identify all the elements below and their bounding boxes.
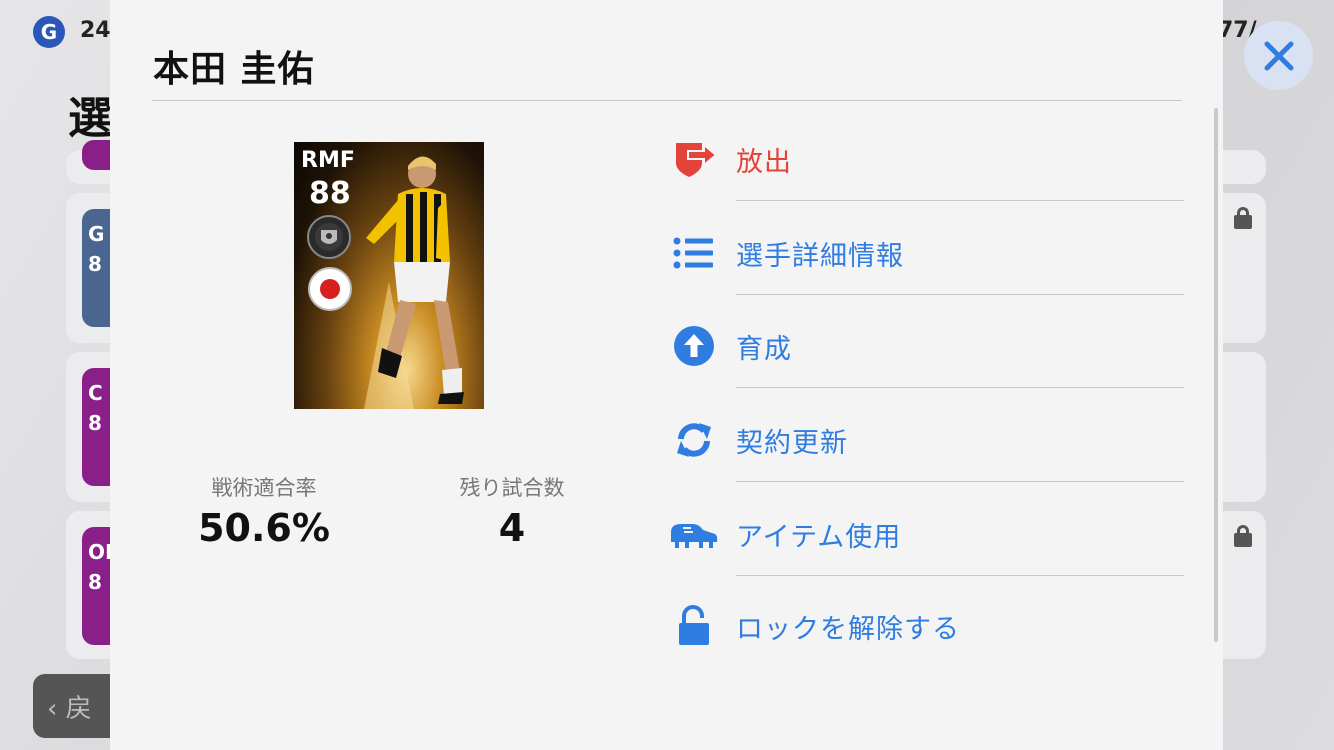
arrow-up-circle-icon bbox=[668, 323, 720, 369]
title-divider bbox=[152, 100, 1182, 101]
stat-label: 戦術適合率 bbox=[211, 476, 317, 500]
menu-divider bbox=[736, 575, 1184, 576]
menu-label: アイテム使用 bbox=[736, 522, 902, 553]
gp-amount: 24 bbox=[80, 18, 111, 43]
lock-icon bbox=[1234, 207, 1252, 229]
lock-icon bbox=[1234, 525, 1252, 547]
card-position: RMF bbox=[301, 148, 355, 173]
menu-label: 契約更新 bbox=[736, 428, 848, 459]
tactical-fit-stat: 戦術適合率 50.6% bbox=[190, 472, 338, 550]
japan-flag-icon bbox=[308, 267, 352, 311]
menu-divider bbox=[736, 387, 1184, 388]
close-icon bbox=[1264, 41, 1293, 70]
menu-item-unlock[interactable]: ロックを解除する bbox=[668, 603, 1184, 697]
menu-item-release[interactable]: 放出 bbox=[668, 136, 1184, 230]
menu-divider bbox=[736, 200, 1184, 201]
unlock-icon bbox=[668, 603, 720, 649]
menu-divider bbox=[736, 294, 1184, 295]
menu-label: 選手詳細情報 bbox=[736, 241, 904, 272]
player-name: 本田 圭佑 bbox=[153, 49, 315, 90]
close-button[interactable] bbox=[1244, 21, 1313, 90]
menu-item-use-item[interactable]: アイテム使用 bbox=[668, 511, 1184, 605]
stat-label: 残り試合数 bbox=[459, 476, 565, 500]
list-icon bbox=[668, 230, 720, 276]
gp-coin-icon: G bbox=[33, 16, 65, 48]
menu-item-contract-renewal[interactable]: 契約更新 bbox=[668, 417, 1184, 511]
menu-label: 放出 bbox=[736, 147, 792, 178]
player-action-modal: 本田 圭佑 RMF 88 戦術適合率 50.6% 残り試合数 4 放出 選手詳細… bbox=[110, 0, 1223, 750]
refresh-icon bbox=[668, 417, 720, 463]
boot-icon bbox=[668, 511, 720, 557]
card-overall-rating: 88 bbox=[309, 176, 351, 211]
player-card: RMF 88 bbox=[294, 142, 484, 409]
stat-value: 50.6% bbox=[198, 506, 330, 550]
scrollbar[interactable] bbox=[1214, 108, 1218, 642]
page-title: 選 bbox=[68, 93, 112, 144]
menu-item-training[interactable]: 育成 bbox=[668, 323, 1184, 417]
chevron-left-icon: ‹ bbox=[47, 694, 58, 724]
menu-label: ロックを解除する bbox=[736, 614, 960, 645]
remaining-matches-stat: 残り試合数 4 bbox=[438, 472, 586, 550]
menu-label: 育成 bbox=[736, 334, 792, 365]
menu-divider bbox=[736, 481, 1184, 482]
release-icon bbox=[668, 136, 720, 182]
menu-item-player-details[interactable]: 選手詳細情報 bbox=[668, 230, 1184, 324]
stat-value: 4 bbox=[498, 506, 526, 550]
club-emblem-icon bbox=[307, 215, 351, 259]
